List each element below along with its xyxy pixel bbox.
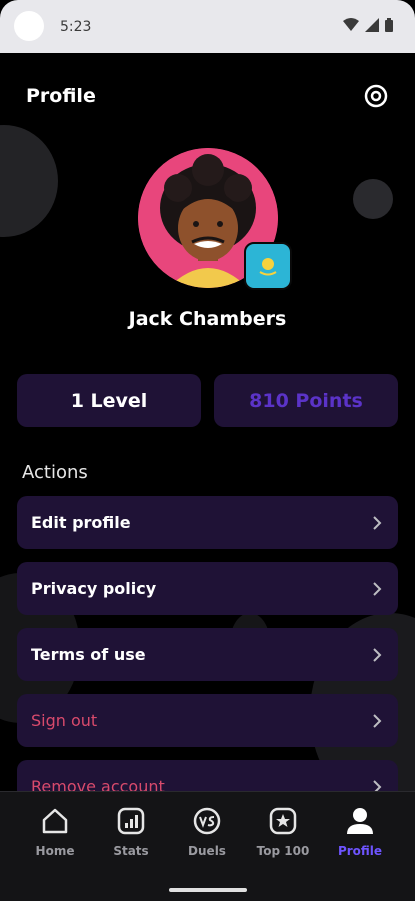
chevron-right-icon [373,713,382,728]
vs-icon [190,804,224,838]
chevron-right-icon [373,647,382,662]
settings-button[interactable] [362,82,390,110]
signal-icon [365,18,379,32]
kazakhstan-flag-icon [248,252,288,280]
nav-label: Top 100 [256,844,310,858]
points-card[interactable]: 810 Points [214,374,398,427]
action-label: Edit profile [31,513,131,532]
camera-cutout [14,11,44,41]
nav-label: Stats [113,844,149,858]
system-icons [343,18,393,32]
points-label: 810 Points [249,389,363,412]
level-card[interactable]: 1 Level [17,374,201,427]
status-bar: 5:23 [0,0,415,53]
stats-icon [114,804,148,838]
user-name: Jack Chambers [128,308,287,330]
user-icon [343,804,377,838]
star-icon [266,804,300,838]
nav-item-duels[interactable]: Duels [167,804,247,858]
nav-label: Duels [188,844,226,858]
privacy-policy-button[interactable]: Privacy policy [17,562,398,615]
bottom-navigation: Home Stats Duels Top 100 Profile [0,791,415,901]
home-icon [38,804,72,838]
profile-screen: Profile Jack Chambers 1 Level 810 Points… [0,53,415,900]
action-label: Privacy policy [31,579,157,598]
nav-item-top-100[interactable]: Top 100 [243,804,323,858]
action-label: Terms of use [31,645,146,664]
terms-of-use-button[interactable]: Terms of use [17,628,398,681]
sign-out-button[interactable]: Sign out [17,694,398,747]
level-label: 1 Level [70,389,148,412]
chevron-right-icon [373,581,382,596]
edit-profile-button[interactable]: Edit profile [17,496,398,549]
nav-item-home[interactable]: Home [15,804,95,858]
page-title: Profile [26,85,96,107]
chevron-right-icon [373,515,382,530]
nav-item-profile[interactable]: Profile [320,804,400,858]
home-indicator [169,888,247,892]
nav-label: Profile [337,844,383,858]
nav-item-stats[interactable]: Stats [91,804,171,858]
gear-icon [364,84,388,108]
battery-icon [385,18,393,32]
status-time: 5:23 [60,19,92,35]
nav-label: Home [35,844,75,858]
background-shape [353,179,393,219]
actions-section-title: Actions [22,462,88,483]
country-flag [244,242,292,290]
background-shape [0,125,58,237]
action-label: Sign out [31,711,98,730]
wifi-icon [343,18,359,31]
